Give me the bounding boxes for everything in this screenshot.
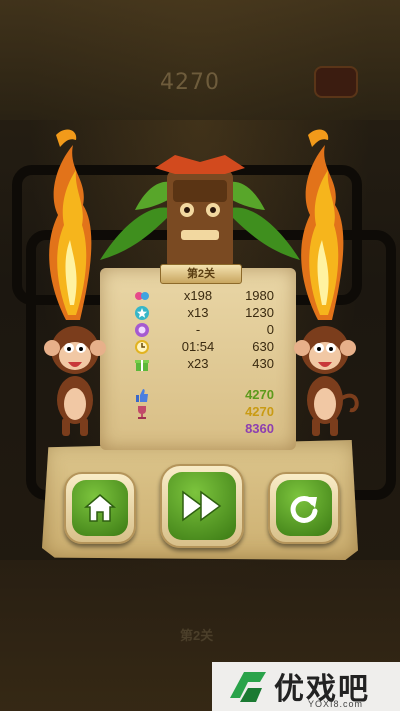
ball-chain-icon xyxy=(135,292,149,300)
score-row: - 0 xyxy=(134,322,284,339)
pause-button xyxy=(314,66,358,98)
gift-icon xyxy=(135,360,149,371)
score-row: x13 1230 xyxy=(134,305,284,322)
retry-icon xyxy=(290,495,318,523)
score-row: x23 430 xyxy=(134,356,284,373)
total-row: 4270 xyxy=(134,387,284,404)
watermark-logo xyxy=(230,672,266,702)
row-points: 630 xyxy=(252,339,274,354)
row-points: 0 xyxy=(266,322,274,337)
total-row: 8360 xyxy=(134,421,284,438)
row-count: x198 xyxy=(183,288,213,303)
score-row: 01:54 630 xyxy=(134,339,284,356)
watermark-url: YOXI8.com xyxy=(308,699,364,709)
monkey-left xyxy=(44,326,106,436)
row-points: 1980 xyxy=(245,288,274,303)
home-button[interactable] xyxy=(64,472,136,544)
combo-bubble-icon xyxy=(135,323,149,337)
row-points: 430 xyxy=(252,356,274,371)
retry-button[interactable] xyxy=(268,472,340,544)
row-count: x13 xyxy=(187,305,209,320)
monkey-right xyxy=(294,326,359,436)
retry-button-face[interactable] xyxy=(276,480,332,536)
total-value: 4270 xyxy=(245,387,274,402)
score-row: x198 1980 xyxy=(134,288,284,305)
top-bar xyxy=(0,0,400,120)
level-banner: 第2关 xyxy=(160,264,242,284)
row-count: 01:54 xyxy=(181,339,215,354)
star-bubble-icon xyxy=(135,306,149,320)
background-level-label: 第2关 xyxy=(180,628,214,643)
clock-icon xyxy=(135,340,149,354)
row-count: x23 xyxy=(187,356,209,371)
score-breakdown: x198 1980 x13 1230 - 0 01:54 630 x23 430 xyxy=(134,288,284,438)
home-icon xyxy=(83,494,117,522)
torch-fire-left xyxy=(49,129,92,320)
trophy-icon xyxy=(138,406,146,419)
total-row: 4270 xyxy=(134,404,284,421)
tiki-totem xyxy=(100,155,300,270)
background-score: 4270 xyxy=(160,70,220,95)
thumbs-up-icon xyxy=(136,389,148,402)
row-points: 1230 xyxy=(245,305,274,320)
row-count: - xyxy=(195,322,201,337)
next-level-button-face[interactable] xyxy=(168,472,236,540)
watermark: 优戏吧 YOXI8.com xyxy=(212,662,400,711)
fast-forward-icon xyxy=(182,490,222,522)
next-level-button[interactable] xyxy=(160,464,244,548)
total-value: 4270 xyxy=(245,404,274,419)
home-button-face[interactable] xyxy=(72,480,128,536)
grand-total-value: 8360 xyxy=(245,421,274,436)
